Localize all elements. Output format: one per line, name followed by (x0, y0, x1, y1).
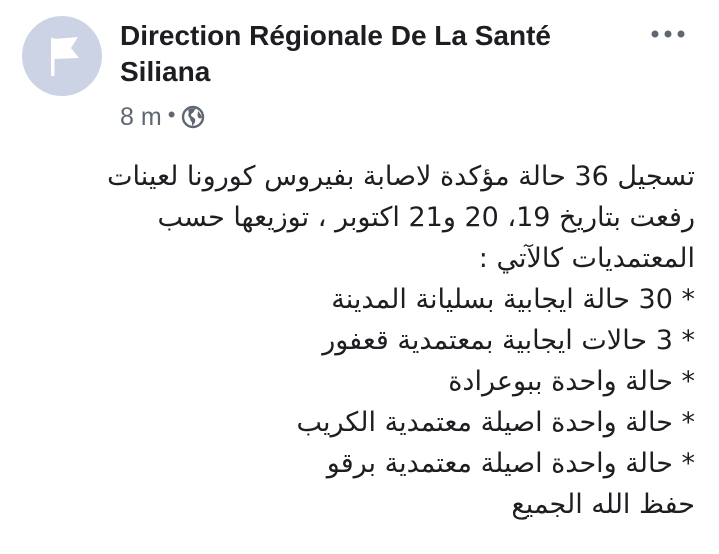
globe-icon[interactable] (181, 105, 205, 129)
post-text-intro: تسجيل 36 حالة مؤكدة لاصابة بفيروس كورونا… (107, 161, 695, 274)
meta-separator: • (167, 102, 176, 127)
more-horizontal-icon (651, 30, 685, 38)
page-name[interactable]: Direction Régionale De La Santé Siliana (120, 18, 620, 90)
post-text: تسجيل 36 حالة مؤكدة لاصابة بفيروس كورونا… (35, 156, 695, 525)
more-options-button[interactable] (648, 20, 688, 48)
post-text-closing: حفظ الله الجميع (511, 489, 695, 520)
white-flag-icon (51, 37, 79, 76)
post-text-line: * 30 حالة ايجابية بسليانة المدينة (331, 284, 695, 315)
post-timestamp[interactable]: 8 m (120, 103, 162, 132)
page-avatar[interactable] (22, 16, 102, 96)
facebook-post: Direction Régionale De La Santé Siliana … (0, 0, 719, 554)
post-text-line: * حالة واحدة اصيلة معتمدية برقو (326, 448, 695, 479)
post-text-line: * 3 حالات ايجابية بمعتمدية قعفور (322, 325, 695, 356)
post-meta: 8 m • (120, 101, 205, 133)
post-text-line: * حالة واحدة ببوعرادة (448, 366, 695, 397)
post-text-line: * حالة واحدة اصيلة معتمدية الكريب (296, 407, 695, 438)
